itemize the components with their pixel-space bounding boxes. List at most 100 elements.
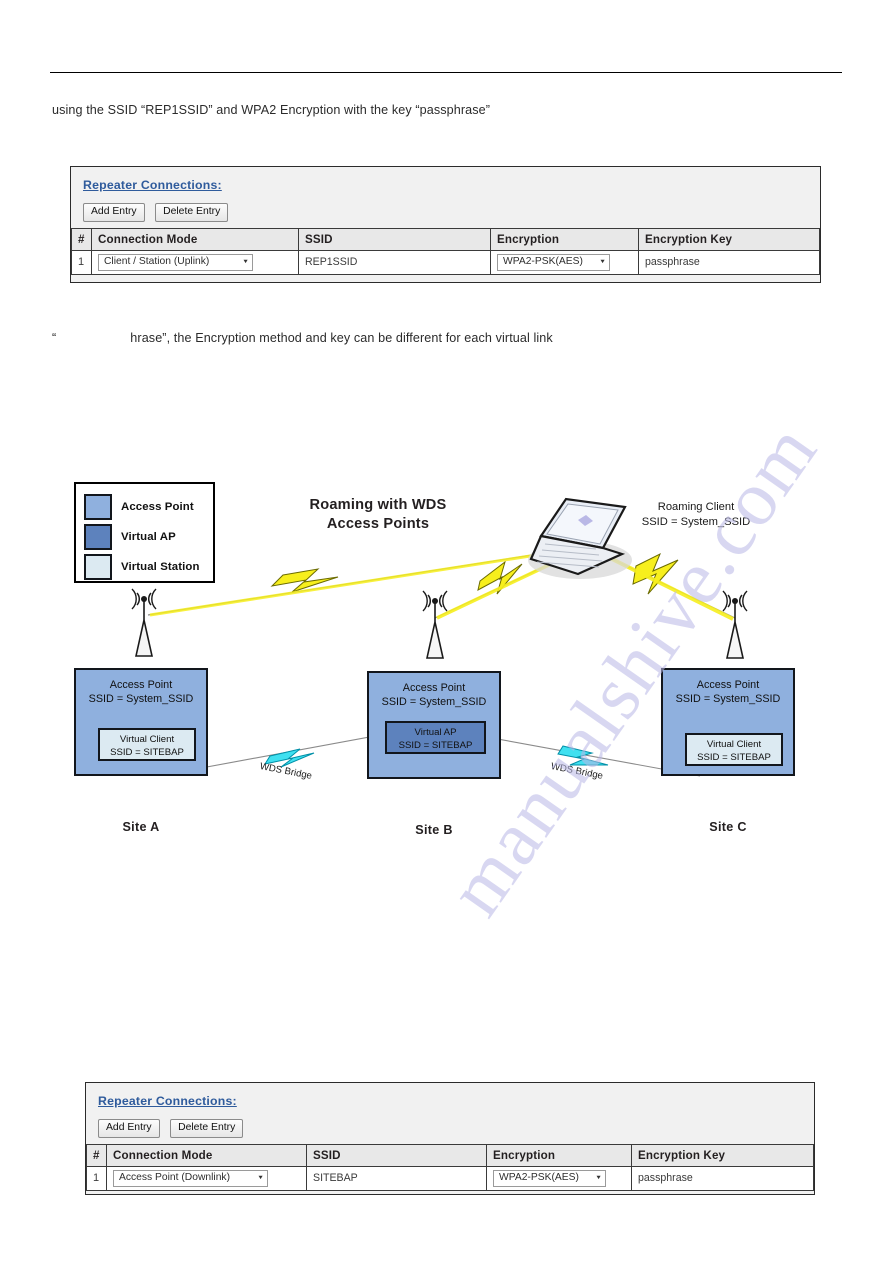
panel-toolbar-bottom: Add Entry Delete Entry [98, 1117, 804, 1138]
site-b-header: Access Point SSID = System_SSID [369, 681, 499, 709]
roaming-client-line1: Roaming Client [657, 501, 735, 513]
diagram-legend: Access Point Virtual AP Virtual Station [74, 482, 215, 583]
antenna-icon-siteC [722, 590, 748, 659]
page-header-divider [50, 72, 842, 73]
ssid-value: SITEBAP [313, 1172, 358, 1185]
connection-mode-select[interactable]: Access Point (Downlink) ▼ [113, 1169, 268, 1187]
mid-paragraph-suffix: hrase”, the Encryption method and key ca… [130, 331, 553, 345]
roaming-client-line2: SSID = System_SSID [641, 516, 751, 528]
column-header-connection-mode: Connection Mode [106, 1143, 307, 1167]
legend-item-access-point: Access Point [84, 494, 194, 520]
legend-swatch-access-point [84, 494, 112, 520]
site-label-c: Site C [709, 820, 747, 834]
site-c-header: Access Point SSID = System_SSID [663, 678, 793, 706]
site-b-head-line1: Access Point [402, 682, 466, 694]
antenna-icon-siteB [422, 590, 448, 659]
site-c-virtual-client: Virtual Client SSID = SITEBAP [685, 733, 783, 766]
site-a-head-line2: SSID = System_SSID [88, 693, 194, 705]
ssid-cell[interactable]: REP1SSID [298, 249, 491, 275]
column-header-encryption-key: Encryption Key [631, 1143, 814, 1167]
legend-label-virtual-station: Virtual Station [121, 561, 200, 573]
encryption-key-value: passphrase [645, 256, 700, 269]
site-c-inner-line1: Virtual Client [706, 739, 762, 750]
encryption-cell: WPA2-PSK(AES) ▼ [486, 1165, 632, 1191]
legend-swatch-virtual-ap [84, 524, 112, 550]
connection-mode-cell: Access Point (Downlink) ▼ [106, 1165, 307, 1191]
site-a-head-line1: Access Point [109, 679, 173, 691]
add-entry-button-bottom[interactable]: Add Entry [98, 1119, 160, 1138]
repeater-connections-table-bottom: # Connection Mode SSID Encryption Encryp… [86, 1143, 814, 1191]
mid-paragraph-prefix: “ [52, 331, 57, 345]
table-header-row: # Connection Mode SSID Encryption Encryp… [71, 227, 820, 251]
diagram-title-line2: Access Points [326, 516, 430, 532]
table-header-row: # Connection Mode SSID Encryption Encryp… [86, 1143, 814, 1167]
column-header-ssid: SSID [306, 1143, 487, 1167]
site-b-head-line2: SSID = System_SSID [381, 696, 487, 708]
panel-toolbar-top: Add Entry Delete Entry [83, 201, 810, 222]
row-number: 1 [71, 249, 92, 275]
diagram-title-line1: Roaming with WDS [309, 497, 447, 513]
column-header-connection-mode: Connection Mode [91, 227, 299, 251]
encryption-value: WPA2-PSK(AES) [503, 256, 583, 268]
connection-mode-select[interactable]: Client / Station (Uplink) ▼ [98, 253, 253, 271]
site-b-virtual-ap: Virtual AP SSID = SITEBAP [385, 721, 486, 754]
column-header-number: # [86, 1143, 107, 1167]
site-label-a: Site A [122, 820, 160, 834]
chevron-down-icon: ▼ [242, 258, 249, 265]
encryption-select[interactable]: WPA2-PSK(AES) ▼ [497, 253, 610, 271]
site-b-inner-line1: Virtual AP [414, 727, 457, 738]
site-label-b: Site B [415, 823, 453, 837]
site-box-c: Access Point SSID = System_SSID Virtual … [661, 668, 795, 776]
connection-mode-value: Access Point (Downlink) [119, 1172, 231, 1184]
repeater-connections-table-top: # Connection Mode SSID Encryption Encryp… [71, 227, 820, 275]
site-a-header: Access Point SSID = System_SSID [76, 678, 206, 706]
column-header-encryption: Encryption [490, 227, 639, 251]
site-box-b: Access Point SSID = System_SSID Virtual … [367, 671, 501, 779]
site-c-head-line1: Access Point [696, 679, 760, 691]
connection-mode-value: Client / Station (Uplink) [104, 256, 210, 268]
column-header-encryption: Encryption [486, 1143, 632, 1167]
encryption-key-cell[interactable]: passphrase [631, 1165, 814, 1191]
encryption-cell: WPA2-PSK(AES) ▼ [490, 249, 639, 275]
legend-label-virtual-ap: Virtual AP [121, 531, 176, 543]
legend-item-virtual-ap: Virtual AP [84, 524, 176, 550]
legend-swatch-virtual-station [84, 554, 112, 580]
ssid-value: REP1SSID [305, 256, 358, 269]
antenna-icon-siteA [131, 588, 157, 657]
add-entry-button[interactable]: Add Entry [83, 203, 145, 222]
chevron-down-icon: ▼ [599, 258, 606, 265]
column-header-number: # [71, 227, 92, 251]
encryption-key-value: passphrase [638, 1172, 693, 1185]
encryption-key-cell[interactable]: passphrase [638, 249, 820, 275]
legend-item-virtual-station: Virtual Station [84, 554, 200, 580]
legend-label-access-point: Access Point [121, 501, 194, 513]
panel-title-bottom: Repeater Connections: [98, 1094, 237, 1108]
laptop-icon [528, 497, 632, 579]
wds-roaming-diagram: Access Point Virtual AP Virtual Station … [0, 368, 893, 908]
diagram-title: Roaming with WDS Access Points [298, 496, 458, 534]
column-header-encryption-key: Encryption Key [638, 227, 820, 251]
wds-bolt-b-c [557, 745, 609, 766]
table-row: 1 Access Point (Downlink) ▼ SITEBAP WPA2… [86, 1165, 814, 1191]
intro-paragraph: using the SSID “REP1SSID” and WPA2 Encry… [52, 103, 491, 117]
delete-entry-button[interactable]: Delete Entry [155, 203, 229, 222]
row-number: 1 [86, 1165, 107, 1191]
mid-paragraph: “ hrase”, the Encryption method and key c… [52, 330, 553, 346]
delete-entry-button-bottom[interactable]: Delete Entry [170, 1119, 244, 1138]
column-header-ssid: SSID [298, 227, 491, 251]
repeater-connections-panel-top: Repeater Connections: Add Entry Delete E… [70, 166, 821, 283]
ssid-cell[interactable]: SITEBAP [306, 1165, 487, 1191]
repeater-connections-panel-bottom: Repeater Connections: Add Entry Delete E… [85, 1082, 815, 1195]
site-c-inner-line2: SSID = SITEBAP [697, 751, 771, 763]
encryption-select[interactable]: WPA2-PSK(AES) ▼ [493, 1169, 606, 1187]
chevron-down-icon: ▼ [257, 1174, 264, 1181]
roaming-client-label: Roaming Client SSID = System_SSID [632, 500, 760, 530]
site-box-a: Access Point SSID = System_SSID Virtual … [74, 668, 208, 776]
site-c-head-line2: SSID = System_SSID [675, 693, 781, 705]
site-b-inner-line2: SSID = SITEBAP [398, 739, 473, 751]
site-a-inner-line2: SSID = SITEBAP [110, 746, 184, 758]
connection-mode-cell: Client / Station (Uplink) ▼ [91, 249, 299, 275]
site-a-virtual-client: Virtual Client SSID = SITEBAP [98, 728, 196, 761]
encryption-value: WPA2-PSK(AES) [499, 1172, 579, 1184]
panel-title-top: Repeater Connections: [83, 178, 222, 192]
